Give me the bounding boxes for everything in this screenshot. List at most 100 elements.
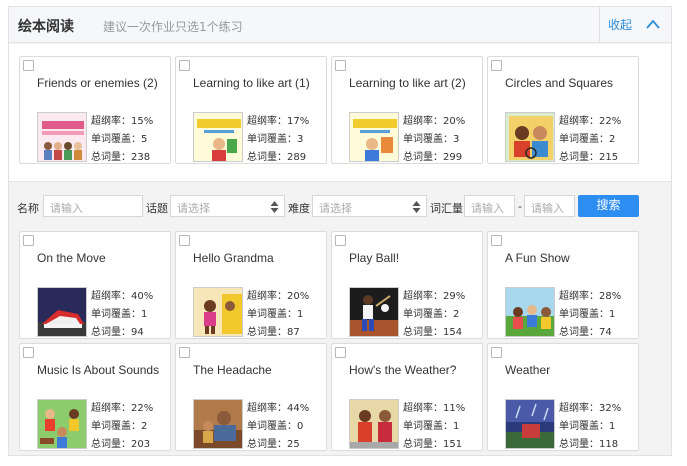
book-card[interactable]: How's the Weather? 超纲率：11% 单词覆盖：1 总词量：15… [331, 343, 483, 451]
coverage-label: 单词覆盖： [559, 309, 609, 320]
book-title: The Headache [193, 363, 272, 377]
rate-label: 超纲率： [403, 291, 443, 302]
rate-value: 40% [131, 291, 154, 302]
coverage-value: 1 [297, 309, 304, 320]
topic-label: 话题 [146, 202, 168, 215]
total-label: 总词量： [247, 439, 287, 450]
book-card[interactable]: Music Is About Sounds 超纲率：22% 单词覆盖：2 总词量… [19, 343, 171, 451]
collapse-button[interactable]: 收起 [608, 16, 632, 33]
coverage-label: 单词覆盖： [91, 309, 141, 320]
coverage-value: 0 [297, 421, 304, 432]
panel-hint: 建议一次作业只选1个练习 [103, 20, 243, 34]
total-label: 总词量： [559, 439, 599, 450]
book-cover-image [505, 399, 555, 449]
rate-label: 超纲率： [403, 116, 443, 127]
book-checkbox[interactable] [335, 235, 346, 246]
range-dash: - [518, 200, 522, 213]
selected-book-card[interactable]: Learning to like art (1) 超纲率：17% 单词覆盖：3 … [175, 56, 327, 164]
book-title: Friends or enemies (2) [37, 76, 158, 90]
total-value: 238 [131, 152, 151, 163]
book-cover-image [349, 399, 399, 449]
total-value: 25 [287, 439, 300, 450]
book-checkbox[interactable] [23, 235, 34, 246]
coverage-label: 单词覆盖： [91, 421, 141, 432]
book-checkbox[interactable] [23, 347, 34, 358]
difficulty-select[interactable]: 请选择 [312, 195, 427, 217]
book-card[interactable]: Hello Grandma 超纲率：20% 单词覆盖：1 总词量：87 [175, 231, 327, 339]
rate-value: 22% [599, 116, 622, 127]
book-card[interactable]: A Fun Show 超纲率：28% 单词覆盖：1 总词量：74 [487, 231, 639, 339]
book-card[interactable]: The Headache 超纲率：44% 单词覆盖：0 总词量：25 [175, 343, 327, 451]
selected-book-card[interactable]: Learning to like art (2) 超纲率：20% 单词覆盖：3 … [331, 56, 483, 164]
book-card[interactable]: Play Ball! 超纲率：29% 单词覆盖：2 总词量：154 [331, 231, 483, 339]
selected-books-area: Friends or enemies (2) 超纲率：15% 单词覆盖：5 总词… [9, 44, 671, 182]
difficulty-label: 难度 [288, 202, 310, 215]
total-label: 总词量： [559, 152, 599, 163]
sort-arrows-icon [412, 201, 421, 213]
selected-book-card[interactable]: Friends or enemies (2) 超纲率：15% 单词覆盖：5 总词… [19, 56, 171, 164]
coverage-value: 3 [297, 134, 304, 145]
rate-label: 超纲率： [91, 403, 131, 414]
book-checkbox[interactable] [491, 60, 502, 71]
book-checkbox[interactable] [335, 60, 346, 71]
rate-value: 22% [131, 403, 154, 414]
book-title: Play Ball! [349, 251, 400, 265]
book-checkbox[interactable] [491, 235, 502, 246]
coverage-value: 3 [453, 134, 460, 145]
book-title: Hello Grandma [193, 251, 274, 265]
total-label: 总词量： [403, 327, 443, 338]
coverage-value: 2 [453, 309, 460, 320]
rate-value: 15% [131, 116, 154, 127]
panel-header: 绘本阅读 建议一次作业只选1个练习 收起 [9, 7, 671, 43]
book-checkbox[interactable] [179, 60, 190, 71]
rate-label: 超纲率： [247, 116, 287, 127]
rate-label: 超纲率： [559, 291, 599, 302]
total-label: 总词量： [403, 152, 443, 163]
vocab-min-input[interactable]: 请输入 [464, 195, 515, 217]
picture-book-panel: 绘本阅读 建议一次作业只选1个练习 收起 Friends or enemies … [8, 6, 672, 456]
book-checkbox[interactable] [179, 235, 190, 246]
book-checkbox[interactable] [179, 347, 190, 358]
rate-label: 超纲率： [403, 403, 443, 414]
book-card[interactable]: On the Move 超纲率：40% 单词覆盖：1 总词量：94 [19, 231, 171, 339]
book-cover-image [193, 287, 243, 337]
selected-book-card[interactable]: Circles and Squares 超纲率：22% 单词覆盖：2 总词量：2… [487, 56, 639, 164]
rate-label: 超纲率： [559, 116, 599, 127]
topic-select[interactable]: 请选择 [170, 195, 285, 217]
rate-value: 11% [443, 403, 466, 414]
vocab-max-input[interactable]: 请输入 [524, 195, 575, 217]
chevron-up-icon[interactable] [645, 17, 661, 31]
book-cover-image [37, 287, 87, 337]
book-card[interactable]: Weather 超纲率：32% 单词覆盖：1 总词量：118 [487, 343, 639, 451]
rate-value: 32% [599, 403, 622, 414]
total-label: 总词量： [91, 327, 131, 338]
coverage-value: 2 [609, 134, 616, 145]
name-input[interactable]: 请输入 [43, 195, 143, 217]
total-label: 总词量： [247, 327, 287, 338]
book-checkbox[interactable] [335, 347, 346, 358]
total-value: 87 [287, 327, 300, 338]
book-cover-image [193, 112, 243, 162]
book-cover-image [37, 399, 87, 449]
book-cover-image [37, 112, 87, 162]
book-title: On the Move [37, 251, 106, 265]
coverage-label: 单词覆盖： [559, 421, 609, 432]
total-label: 总词量： [91, 439, 131, 450]
search-button[interactable]: 搜索 [578, 195, 639, 217]
coverage-label: 单词覆盖： [403, 134, 453, 145]
total-value: 299 [443, 152, 463, 163]
book-checkbox[interactable] [23, 60, 34, 71]
book-cover-image [505, 112, 555, 162]
book-title: A Fun Show [505, 251, 570, 265]
book-checkbox[interactable] [491, 347, 502, 358]
rate-label: 超纲率： [91, 116, 131, 127]
coverage-label: 单词覆盖： [403, 421, 453, 432]
book-cover-image [193, 399, 243, 449]
coverage-label: 单词覆盖： [403, 309, 453, 320]
coverage-label: 单词覆盖： [247, 421, 297, 432]
sort-arrows-icon [270, 201, 279, 213]
total-value: 154 [443, 327, 463, 338]
rate-label: 超纲率： [247, 403, 287, 414]
vocab-label: 词汇量 [430, 202, 463, 215]
coverage-value: 1 [609, 309, 616, 320]
